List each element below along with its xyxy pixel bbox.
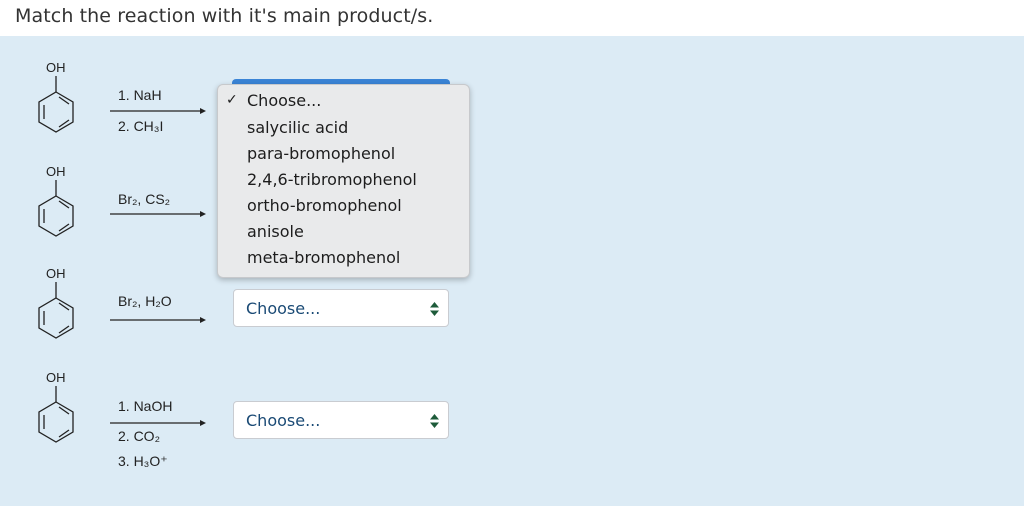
oh-label: OH bbox=[46, 266, 66, 281]
bottom-border bbox=[0, 506, 1024, 510]
reaction-arrow-icon bbox=[110, 211, 206, 217]
select-arrows-icon bbox=[430, 414, 439, 428]
oh-label: OH bbox=[46, 164, 66, 179]
reagent-label: 2. CO₂ bbox=[118, 428, 160, 444]
phenol-structure: OH bbox=[38, 164, 74, 237]
dropdown-option-para-bromophenol[interactable]: para-bromophenol bbox=[247, 144, 395, 163]
dropdown-option-meta-bromophenol[interactable]: meta-bromophenol bbox=[247, 248, 400, 267]
reagent-label: Br₂, H₂O bbox=[118, 293, 172, 309]
select-arrows-icon bbox=[430, 302, 439, 316]
reaction-arrow-icon bbox=[110, 108, 206, 114]
product-select-3[interactable]: Choose... bbox=[233, 289, 449, 327]
dropdown-option-tribromophenol[interactable]: 2,4,6-tribromophenol bbox=[247, 170, 417, 189]
reagent-label: 1. NaH bbox=[118, 87, 162, 103]
reaction-arrow-icon bbox=[110, 420, 206, 426]
reaction-arrow-icon bbox=[110, 317, 206, 323]
phenol-structure: OH bbox=[38, 370, 74, 443]
reagent-label: 3. H₃O⁺ bbox=[118, 453, 168, 469]
reagent-label: 1. NaOH bbox=[118, 398, 173, 414]
product-dropdown-menu[interactable]: ✓ Choose... salycilic acid para-bromophe… bbox=[217, 84, 470, 278]
reagent-label: Br₂, CS₂ bbox=[118, 191, 171, 207]
oh-label: OH bbox=[46, 370, 66, 385]
header-bar: Match the reaction with it's main produc… bbox=[0, 0, 1024, 36]
phenol-structure: OH bbox=[38, 60, 74, 133]
select-value: Choose... bbox=[246, 411, 321, 430]
product-select-4[interactable]: Choose... bbox=[233, 401, 449, 439]
select-value: Choose... bbox=[246, 299, 321, 318]
dropdown-option-ortho-bromophenol[interactable]: ortho-bromophenol bbox=[247, 196, 402, 215]
phenol-structure: OH bbox=[38, 266, 74, 339]
dropdown-option-choose[interactable]: Choose... bbox=[247, 91, 321, 110]
checkmark-icon: ✓ bbox=[226, 92, 238, 108]
reagent-label: 2. CH₃I bbox=[118, 118, 164, 134]
question-text: Match the reaction with it's main produc… bbox=[15, 5, 434, 27]
oh-label: OH bbox=[46, 60, 66, 75]
dropdown-option-salycilic-acid[interactable]: salycilic acid bbox=[247, 118, 348, 137]
dropdown-option-anisole[interactable]: anisole bbox=[247, 222, 304, 241]
